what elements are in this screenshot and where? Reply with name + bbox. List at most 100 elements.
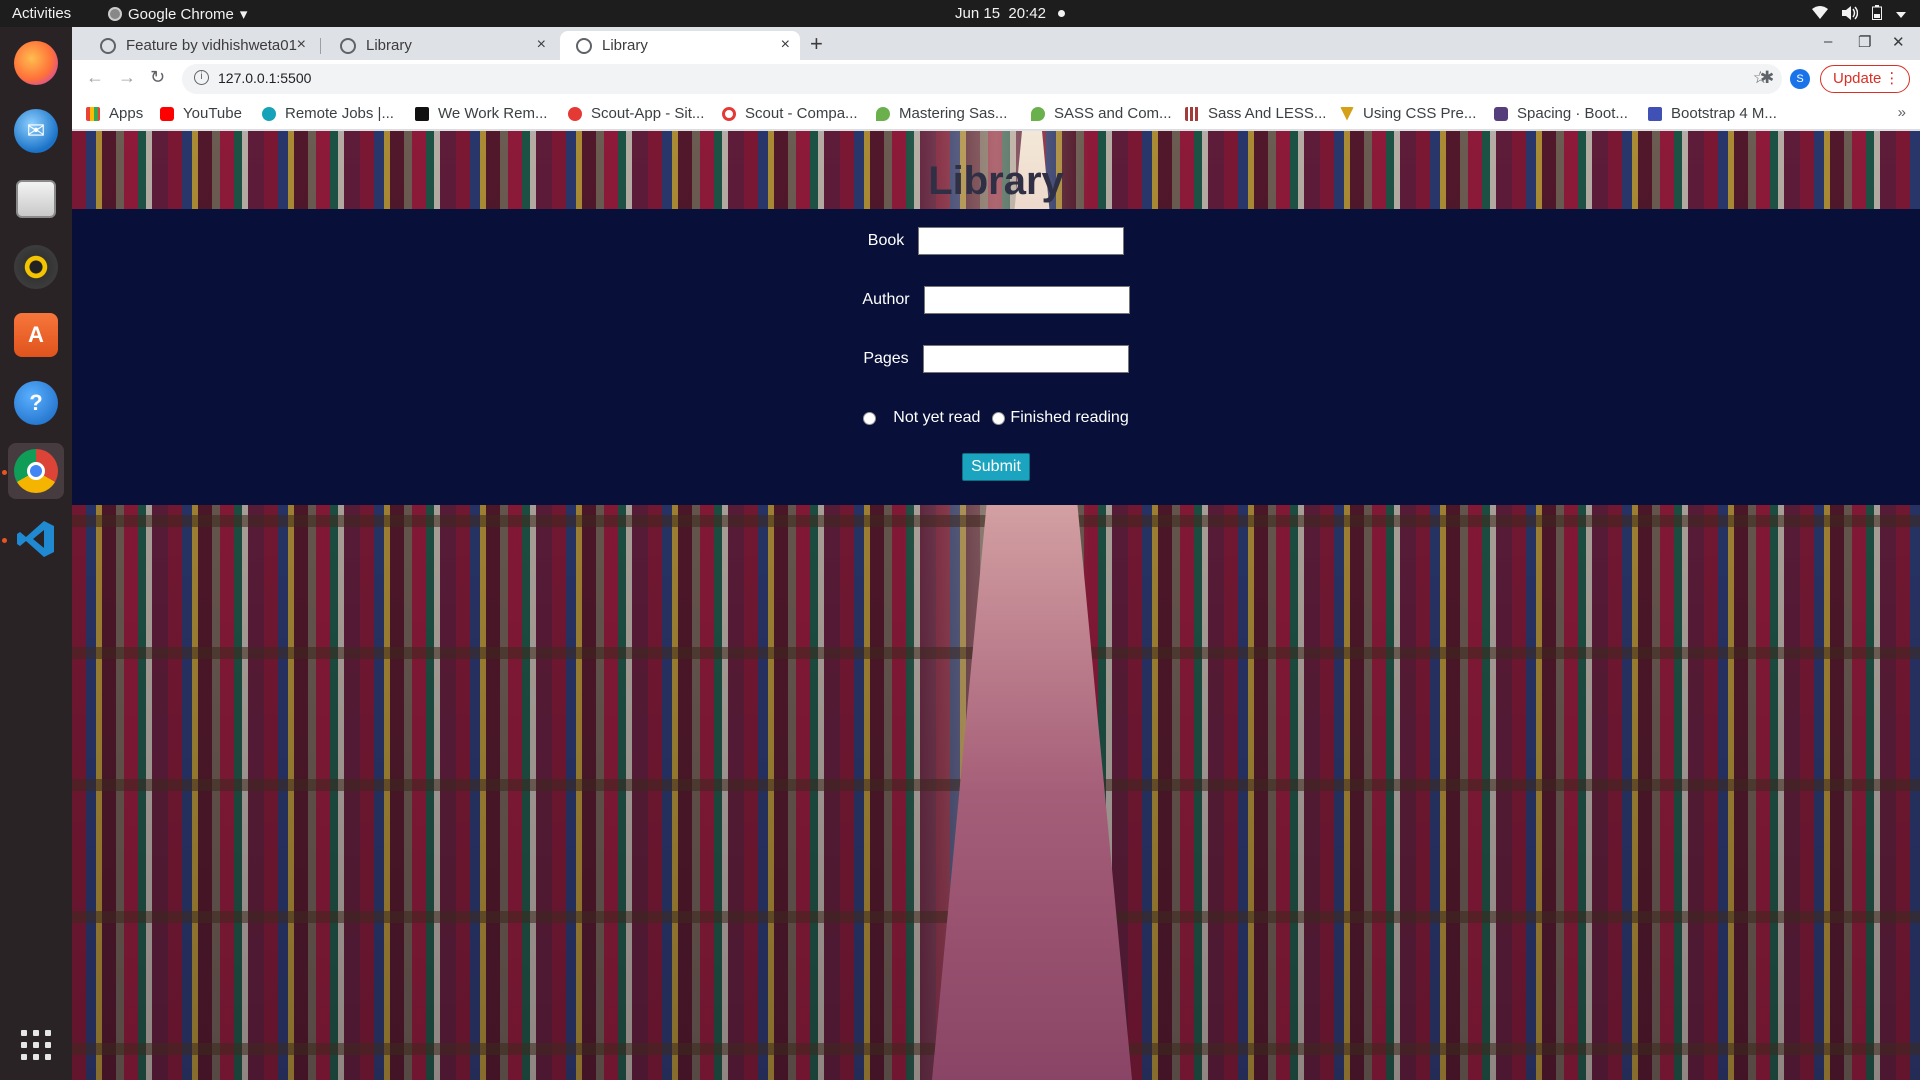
- bookmark-label: Spacing · Boot...: [1517, 105, 1628, 122]
- close-window-button[interactable]: ✕: [1892, 33, 1905, 51]
- bookmark-remote-jobs[interactable]: Remote Jobs |...: [262, 105, 394, 122]
- bootstrap-4-icon: [1648, 106, 1662, 121]
- tab-title: Library: [366, 37, 412, 54]
- submit-button[interactable]: Submit: [962, 453, 1030, 481]
- bookmark-label: SASS and Com...: [1054, 105, 1172, 122]
- clock[interactable]: Jun 15 20:42: [955, 5, 1065, 22]
- tab-library-active[interactable]: Library ×: [560, 31, 800, 60]
- bookmark-we-work-remotely[interactable]: We Work Rem...: [415, 105, 547, 122]
- remote-jobs-icon: [262, 106, 276, 121]
- system-tray[interactable]: [1812, 5, 1906, 23]
- finished-reading-radio[interactable]: [992, 411, 1006, 425]
- dock-software-center[interactable]: A: [8, 307, 64, 363]
- grid-icon: [1185, 106, 1199, 121]
- leaf-icon: [1031, 106, 1045, 121]
- chrome-icon: [14, 449, 58, 493]
- extensions-icon[interactable]: ✱: [1760, 68, 1774, 88]
- reload-button[interactable]: ↻: [150, 67, 165, 88]
- tab-strip: Feature by vidhishweta01 × Library × Lib…: [72, 27, 1920, 60]
- rhythmbox-icon: [14, 245, 58, 289]
- app-grid-icon: [21, 1030, 51, 1060]
- show-applications-button[interactable]: [8, 1017, 64, 1073]
- globe-icon: [576, 37, 592, 54]
- bookmark-label: Sass And LESS...: [1208, 105, 1327, 122]
- scout-compass-icon: [722, 106, 736, 121]
- tab-title: Feature by vidhishweta01: [126, 37, 297, 54]
- read-status-row: Not yet read Finished reading: [72, 409, 1920, 427]
- bookmark-mastering-sass[interactable]: Mastering Sas...: [876, 105, 1007, 122]
- pages-label: Pages: [863, 350, 909, 367]
- bookmark-label: Using CSS Pre...: [1363, 105, 1477, 122]
- book-row: Book: [72, 227, 1920, 255]
- bookmark-label: We Work Rem...: [438, 105, 548, 122]
- update-label: Update: [1833, 70, 1882, 87]
- firefox-icon: [14, 41, 58, 85]
- bookmarks-overflow-icon[interactable]: »: [1898, 104, 1906, 121]
- dock-help[interactable]: ?: [8, 375, 64, 431]
- close-tab-icon[interactable]: ×: [297, 36, 306, 54]
- vscode-icon: [14, 517, 58, 561]
- software-center-icon: A: [14, 313, 58, 357]
- chrome-icon: [108, 7, 122, 21]
- tab-feature[interactable]: Feature by vidhishweta01 ×: [84, 31, 316, 60]
- battery-icon: [1872, 5, 1882, 23]
- app-menu[interactable]: Google Chrome ▾: [108, 5, 247, 23]
- system-top-bar: Activities Google Chrome ▾ Jun 15 20:42: [0, 0, 1920, 27]
- globe-icon: [340, 37, 356, 54]
- bookmark-label: Scout - Compa...: [745, 105, 858, 122]
- bookmark-scout-app[interactable]: Scout-App - Sit...: [568, 105, 704, 122]
- wifi-icon: [1812, 6, 1828, 22]
- date-label: Jun 15: [955, 5, 1001, 22]
- restore-button[interactable]: ❐: [1858, 33, 1871, 51]
- site-info-icon[interactable]: i: [194, 70, 209, 85]
- bookmark-spacing-bootstrap[interactable]: Spacing · Boot...: [1494, 105, 1628, 122]
- close-tab-icon[interactable]: ×: [537, 36, 546, 54]
- youtube-icon: [160, 106, 174, 121]
- bookmark-scout-compass[interactable]: Scout - Compa...: [722, 105, 858, 122]
- bookmark-sass-and-compass[interactable]: SASS and Com...: [1031, 105, 1172, 122]
- not-yet-read-radio[interactable]: [863, 411, 877, 425]
- dock-vscode[interactable]: [8, 511, 64, 567]
- profile-avatar[interactable]: S: [1790, 69, 1810, 89]
- time-label: 20:42: [1008, 5, 1046, 22]
- dock-rhythmbox[interactable]: [8, 239, 64, 295]
- weworkremotely-icon: [415, 106, 429, 121]
- url-text[interactable]: 127.0.0.1:5500: [218, 70, 311, 86]
- bookmark-label: Apps: [109, 105, 144, 122]
- back-button[interactable]: ←: [86, 67, 104, 88]
- trophy-icon: [1340, 106, 1354, 121]
- dock-chrome[interactable]: [8, 443, 64, 499]
- address-bar[interactable]: i 127.0.0.1:5500 ☆: [182, 64, 1782, 94]
- bookmark-using-css-pre[interactable]: Using CSS Pre...: [1340, 105, 1476, 122]
- author-label: Author: [862, 291, 910, 308]
- dock-files[interactable]: [8, 171, 64, 227]
- close-tab-icon[interactable]: ×: [781, 36, 790, 54]
- dock: ✉ A ?: [0, 27, 72, 1080]
- bookmark-sass-and-less[interactable]: Sass And LESS...: [1185, 105, 1326, 122]
- activities-button[interactable]: Activities: [12, 5, 71, 22]
- pages-input[interactable]: [922, 345, 1129, 373]
- bookmark-apps[interactable]: Apps: [86, 105, 143, 122]
- running-indicator-icon: [2, 538, 7, 543]
- running-indicator-icon: [2, 470, 7, 475]
- forward-button[interactable]: →: [118, 67, 136, 88]
- bookmark-bootstrap-4[interactable]: Bootstrap 4 M...: [1648, 105, 1777, 122]
- tab-library-1[interactable]: Library ×: [324, 31, 556, 60]
- thunderbird-icon: ✉: [14, 109, 58, 153]
- finished-reading-label: Finished reading: [1010, 409, 1129, 426]
- bookmark-youtube[interactable]: YouTube: [160, 105, 242, 122]
- minimize-button[interactable]: –: [1824, 33, 1832, 50]
- book-form: Book Author Pages Not yet read Finished …: [72, 209, 1920, 505]
- tab-separator: [320, 38, 321, 54]
- bookmark-label: YouTube: [183, 105, 242, 122]
- book-input[interactable]: [918, 227, 1125, 255]
- update-button[interactable]: Update ⋮: [1820, 65, 1911, 93]
- submit-row: Submit: [72, 453, 1920, 481]
- github-icon: [100, 37, 116, 54]
- author-input[interactable]: [923, 286, 1130, 314]
- bootstrap-icon: [1494, 106, 1508, 121]
- dock-thunderbird[interactable]: ✉: [8, 103, 64, 159]
- dock-firefox[interactable]: [8, 35, 64, 91]
- new-tab-button[interactable]: +: [810, 31, 823, 57]
- app-menu-label: Google Chrome: [128, 5, 234, 23]
